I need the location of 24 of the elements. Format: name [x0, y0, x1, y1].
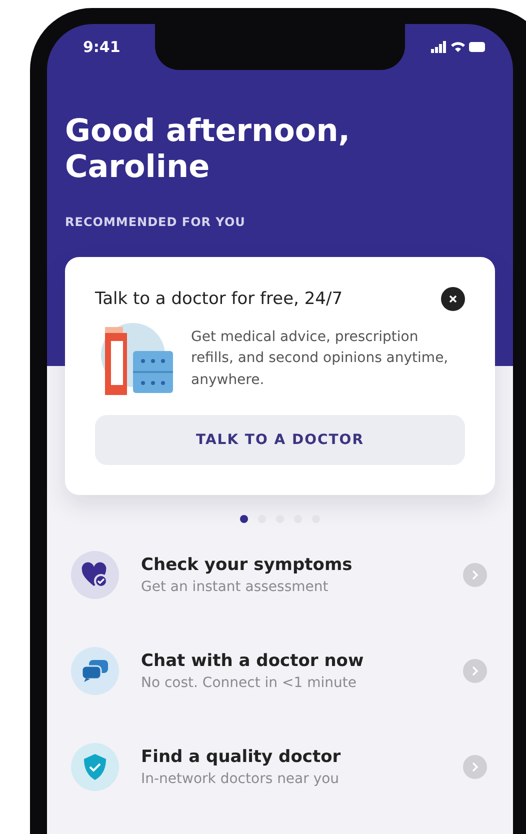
talk-to-doctor-button[interactable]: TALK TO A DOCTOR: [95, 415, 465, 466]
chat-bubbles-icon: [71, 647, 119, 696]
action-subtitle: In-network doctors near you: [141, 771, 340, 788]
action-subtitle: No cost. Connect in <1 minute: [141, 675, 358, 692]
action-subtitle: Get an instant assessment: [141, 579, 330, 596]
status-time: 9:41: [83, 38, 120, 56]
open-button[interactable]: [463, 563, 487, 588]
carousel-dot[interactable]: [240, 515, 248, 524]
open-button[interactable]: [463, 755, 487, 780]
open-button[interactable]: [463, 659, 487, 684]
close-button[interactable]: [441, 287, 465, 312]
greeting-title: Good afternoon, Caroline: [65, 114, 352, 186]
section-label: RECOMMENDED FOR YOU: [65, 215, 246, 230]
chevron-icon: [471, 570, 479, 580]
card-title: Talk to a doctor for free, 24/7: [95, 289, 343, 310]
action-title: Chat with a doctor now: [141, 651, 365, 672]
action-title: Find a quality doctor: [141, 747, 342, 768]
chevron-icon: [471, 666, 479, 676]
action-title: Check your symptoms: [141, 555, 354, 576]
shield-check-icon: [71, 743, 119, 792]
chevron-icon: [471, 762, 479, 772]
card-description: Get medical advice, prescription refills, and second opinions anytime, anywhere.: [191, 328, 450, 390]
status-icons: [431, 40, 487, 54]
close-icon: [449, 295, 457, 304]
